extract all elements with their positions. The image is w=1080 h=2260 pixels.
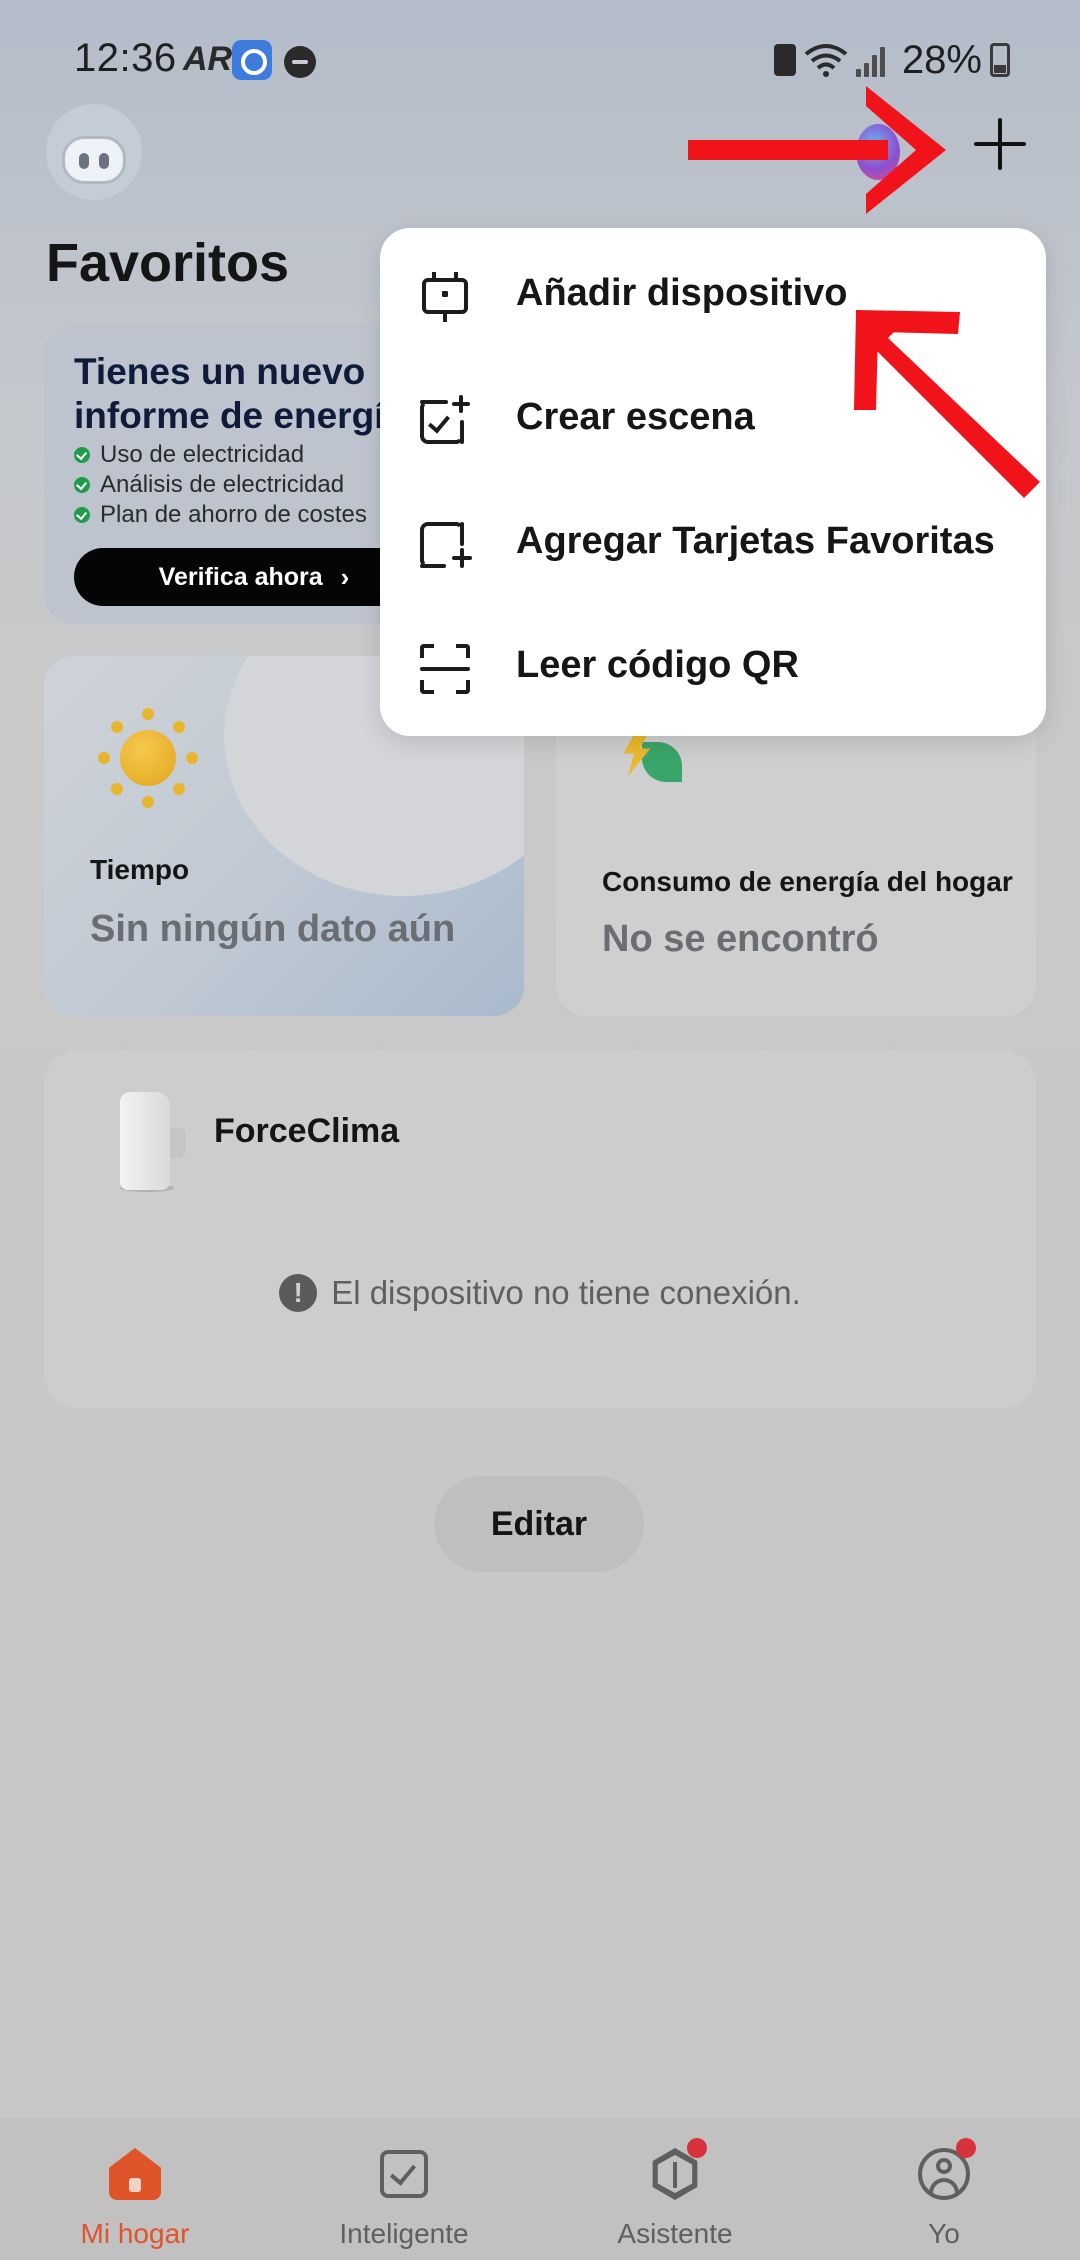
energy-label: Consumo de energía del hogar: [602, 866, 1013, 897]
check-dot-icon: [74, 447, 90, 463]
device-status-text: El dispositivo no tiene conexión.: [331, 1274, 801, 1311]
do-not-disturb-icon: [284, 46, 316, 78]
page-title: Favoritos: [46, 233, 290, 293]
menu-item-label: Agregar Tarjetas Favoritas: [516, 520, 995, 562]
notification-badge: [956, 2138, 976, 2158]
battery-percent: 28%: [901, 37, 982, 82]
home-avatar[interactable]: [46, 104, 142, 200]
home-icon: [109, 2148, 161, 2200]
status-time: 12:36: [74, 36, 177, 80]
device-icon: [418, 270, 472, 324]
scene-check-icon: [418, 394, 472, 448]
device-name: ForceClima: [214, 1112, 400, 1150]
menu-item-create-scene[interactable]: Crear escena: [380, 352, 1046, 476]
nav-label: Asistente: [617, 2218, 733, 2249]
bottom-navigation: Mi hogar Inteligente Asistente Yo: [0, 2118, 1080, 2260]
banner-feature-list: Uso de electricidad Análisis de electric…: [74, 440, 367, 530]
add-card-icon: [418, 518, 472, 572]
menu-item-add-favorite-cards[interactable]: Agregar Tarjetas Favoritas: [380, 476, 1046, 600]
battery-saver-icon: [773, 44, 796, 76]
list-item: Análisis de electricidad: [74, 470, 367, 500]
edit-button[interactable]: Editar: [434, 1476, 644, 1572]
weather-value: Sin ningún dato aún: [90, 908, 456, 950]
ar-icon: AR: [183, 40, 233, 78]
app-notification-icon: [232, 40, 272, 80]
assistant-hexagon-icon: [649, 2138, 707, 2200]
nav-item-assistant[interactable]: Asistente: [565, 2118, 785, 2260]
menu-item-label: Crear escena: [516, 396, 755, 438]
menu-item-add-device[interactable]: Añadir dispositivo: [380, 228, 1046, 352]
sun-icon: [98, 708, 198, 808]
energy-value: No se encontró: [602, 918, 879, 960]
nav-item-smart[interactable]: Inteligente: [294, 2118, 514, 2260]
air-conditioner-image: [110, 1084, 186, 1192]
menu-item-label: Leer código QR: [516, 644, 799, 686]
verify-now-label: Verifica ahora: [158, 562, 323, 591]
signal-icon: [855, 43, 890, 77]
smart-check-icon: [378, 2148, 430, 2200]
wifi-icon: [804, 44, 848, 77]
chevron-right-icon: ›: [340, 561, 350, 592]
ai-assistant-orb-icon[interactable]: [856, 124, 900, 180]
nav-item-me[interactable]: Yo: [834, 2118, 1054, 2260]
nav-label: Yo: [928, 2218, 960, 2249]
device-card[interactable]: ForceClima ! El dispositivo no tiene con…: [44, 1050, 1036, 1408]
menu-item-label: Añadir dispositivo: [516, 272, 848, 314]
alert-icon: !: [279, 1274, 318, 1312]
add-menu-popup: Añadir dispositivo Crear escena Agregar …: [380, 228, 1046, 736]
menu-item-scan-qr[interactable]: Leer código QR: [380, 600, 1046, 724]
robot-face-icon: [62, 136, 126, 184]
battery-icon: [990, 43, 1010, 77]
check-dot-icon: [74, 507, 90, 523]
profile-icon: [918, 2138, 976, 2200]
status-bar: 12:36 AR 28%: [0, 0, 1080, 120]
list-item: Plan de ahorro de costes: [74, 500, 367, 530]
qr-scan-icon: [418, 642, 472, 696]
list-item: Uso de electricidad: [74, 440, 367, 470]
nav-label: Mi hogar: [80, 2218, 190, 2249]
weather-label: Tiempo: [90, 854, 190, 885]
nav-item-my-home[interactable]: Mi hogar: [25, 2118, 245, 2260]
nav-label: Inteligente: [339, 2218, 469, 2249]
add-button[interactable]: [968, 112, 1032, 176]
notification-badge: [687, 2138, 707, 2158]
status-indicators: 28%: [773, 36, 1010, 84]
check-dot-icon: [74, 477, 90, 493]
device-offline-status: ! El dispositivo no tiene conexión.: [44, 1274, 1036, 1312]
